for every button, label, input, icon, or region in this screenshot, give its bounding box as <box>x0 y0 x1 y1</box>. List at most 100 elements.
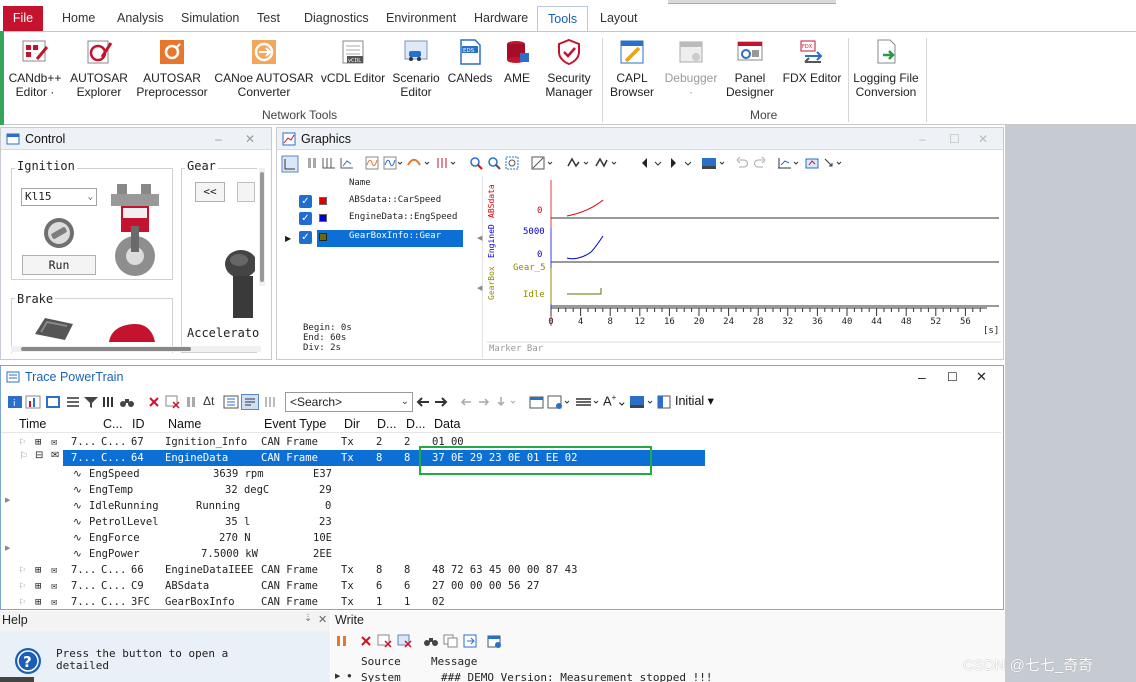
checkbox-checked-icon[interactable]: ✓ <box>299 231 312 244</box>
tab-analysis[interactable]: Analysis <box>107 6 174 31</box>
multi-axis-icon[interactable] <box>321 156 337 170</box>
chevron-down-icon[interactable] <box>653 156 663 170</box>
zoom-in-icon[interactable] <box>469 156 483 170</box>
clear-all-icon[interactable] <box>377 634 393 648</box>
delete-icon[interactable] <box>359 634 373 648</box>
export-icon[interactable] <box>463 634 479 648</box>
pause-icon[interactable] <box>335 634 349 648</box>
canoe-autosar-converter-button[interactable]: CANoe AUTOSAR Converter <box>214 37 314 99</box>
expand-icon[interactable]: ⊞ <box>35 578 41 594</box>
pause-icon[interactable] <box>185 395 197 409</box>
table-row[interactable]: ⚐ ⊞ ✉ 7... C... C9 ABSdata CAN Frame Tx … <box>1 578 1001 594</box>
zoom-area-icon[interactable] <box>505 156 519 170</box>
column-header-name[interactable]: Name <box>168 417 201 431</box>
scenario-editor-button[interactable]: Scenario Editor <box>390 37 442 99</box>
clear-page-icon[interactable] <box>397 634 413 648</box>
pause-icon[interactable] <box>305 156 319 170</box>
binoculars-icon[interactable] <box>119 395 135 409</box>
tab-diagnostics[interactable]: Diagnostics <box>294 6 379 31</box>
control-vertical-scrollbar[interactable] <box>259 168 265 286</box>
previous-icon[interactable] <box>639 156 649 170</box>
scrollbar-thumb[interactable] <box>21 347 191 351</box>
find-previous-icon[interactable] <box>415 395 431 409</box>
signal-menu-icon[interactable] <box>383 156 403 170</box>
signal-detail-row[interactable]: ∿ EngSpeed 3639 rpm E37 <box>1 466 1001 482</box>
side-arrow-icon[interactable]: ▶ <box>5 496 10 504</box>
tab-home[interactable]: Home <box>52 6 105 31</box>
binoculars-icon[interactable] <box>423 634 439 648</box>
expand-icon[interactable]: ⊞ <box>35 434 41 450</box>
arrow-right-icon[interactable] <box>477 395 491 409</box>
tab-layout[interactable]: Layout <box>590 6 648 31</box>
layout-icon[interactable] <box>281 155 299 173</box>
grid-icon[interactable] <box>777 156 801 170</box>
control-minimize-button[interactable]: – <box>215 128 222 150</box>
collapse-left-icon[interactable]: ◀ <box>477 284 482 292</box>
filter-columns-icon[interactable] <box>263 395 277 409</box>
plot-area[interactable]: ABSdata EngineD GearBox 0 5000 0 Gear_5 … <box>487 176 1001 358</box>
expand-icon[interactable]: ⊞ <box>35 594 41 610</box>
write-column-source[interactable]: Source <box>361 655 401 668</box>
cursor-mode-icon[interactable] <box>567 156 593 170</box>
panel-designer-button[interactable]: Panel Designer <box>724 37 776 99</box>
clear-filter-icon[interactable] <box>165 395 181 409</box>
graphics-close-button[interactable]: ✕ <box>978 128 988 150</box>
write-column-message[interactable]: Message <box>431 655 477 668</box>
options-icon[interactable] <box>823 156 845 170</box>
signal-row[interactable]: ✓ EngineData::EngSpeed <box>299 211 463 228</box>
help-close-button[interactable]: ✕ <box>318 613 327 626</box>
fdx-editor-button[interactable]: FDX FDX Editor <box>780 37 844 85</box>
line-style-icon[interactable] <box>407 156 431 170</box>
columns-icon[interactable] <box>101 395 115 409</box>
ignition-select[interactable]: Kl15 ⌄ <box>21 188 97 206</box>
collapse-icon[interactable]: ⊟ <box>35 450 43 461</box>
capl-browser-button[interactable]: CAPL Browser <box>606 37 658 99</box>
signal-detail-row[interactable]: ∿ IdleRunning Running 0 <box>1 498 1001 514</box>
difference-cursor-icon[interactable] <box>595 156 621 170</box>
graphics-maximize-button[interactable]: ☐ <box>949 128 960 150</box>
line-spacing-icon[interactable] <box>575 395 601 409</box>
font-size-icon[interactable]: A+⌄ <box>603 393 627 409</box>
info-icon[interactable]: i <box>7 395 23 409</box>
single-axis-icon[interactable] <box>339 156 355 170</box>
delete-icon[interactable] <box>147 395 161 409</box>
caneds-button[interactable]: EDS CANeds <box>446 37 494 85</box>
signal-detail-row[interactable]: ∿ EngPower 7.5000 kW 2EE <box>1 546 1001 562</box>
overwrite-mode-icon[interactable] <box>241 394 259 410</box>
sort-icon[interactable] <box>223 395 239 409</box>
collapse-left-icon[interactable]: ◀ <box>477 234 482 242</box>
tab-simulation[interactable]: Simulation <box>171 6 249 31</box>
color-fill-icon[interactable] <box>701 156 729 170</box>
pin-icon[interactable]: ⇣ <box>304 613 312 624</box>
graphics-minimize-button[interactable]: – <box>919 128 926 150</box>
help-question-icon[interactable]: ? <box>14 647 42 675</box>
column-header-id[interactable]: ID <box>132 417 145 431</box>
trace-search-input[interactable]: <Search> ⌄ <box>285 392 413 412</box>
control-horizontal-scrollbar[interactable] <box>11 346 261 352</box>
arrow-left-icon[interactable] <box>459 395 473 409</box>
expand-icon[interactable]: ⊞ <box>35 562 41 578</box>
chevron-down-icon[interactable] <box>683 156 693 170</box>
export-icon[interactable] <box>529 394 545 410</box>
column-header-data-length[interactable]: D... <box>406 417 425 431</box>
column-header-data[interactable]: Data <box>434 417 460 431</box>
checkbox-checked-icon[interactable]: ✓ <box>299 195 312 208</box>
signal-row[interactable]: ✓ ABSdata::CarSpeed <box>299 194 463 211</box>
filter-profile-select[interactable]: Initial ▾ <box>675 393 714 408</box>
signal-detail-row[interactable]: ∿ EngForce 270 N 10E <box>1 530 1001 546</box>
scrollbar-thumb[interactable] <box>260 172 264 282</box>
vcdl-editor-button[interactable]: vCDL vCDL Editor <box>320 37 386 85</box>
find-next-icon[interactable] <box>433 395 449 409</box>
signal-row-selected[interactable]: ✓ GearBoxInfo::Gear <box>299 230 463 247</box>
statistics-icon[interactable] <box>25 395 41 409</box>
security-manager-button[interactable]: Security Manager <box>540 37 598 99</box>
trace-close-button[interactable]: ✕ <box>976 366 987 388</box>
filter-icon[interactable] <box>83 395 99 409</box>
signal-detail-row[interactable]: ∿ PetrolLevel 35 l 23 <box>1 514 1001 530</box>
redo-icon[interactable] <box>753 156 767 170</box>
detail-view-icon[interactable] <box>45 395 61 409</box>
export-icon[interactable] <box>805 156 821 170</box>
view-layout-icon[interactable] <box>657 395 671 409</box>
logging-file-conversion-button[interactable]: Logging File Conversion <box>852 37 920 99</box>
zoom-fit-icon[interactable] <box>487 156 501 170</box>
